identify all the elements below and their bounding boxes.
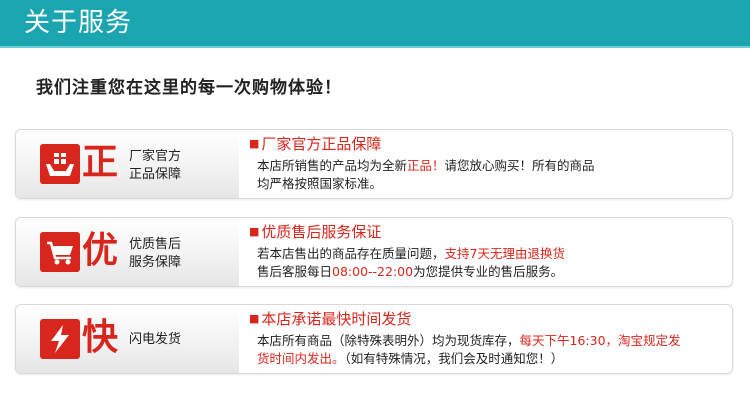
card-text-line1: 本店所有商品（除特殊表明外）均为现货库存，每天下午16:30，淘宝规定发 bbox=[257, 333, 681, 348]
gift-hands-icon bbox=[40, 144, 80, 184]
lightning-icon bbox=[40, 319, 80, 359]
service-card-shipping: 快 闪电发货 ■ 本店承诺最快时间发货 本店所有商品（除特殊表明外）均为现货库存，… bbox=[15, 304, 733, 374]
header-divider bbox=[0, 46, 750, 48]
badge-label-line1: 优质售后 bbox=[129, 237, 182, 252]
badge-label-line1: 厂家官方 bbox=[129, 149, 182, 164]
card-badge-area: 正 厂家官方 正品保障 bbox=[16, 130, 239, 198]
card-title: ■ 厂家官方正品保障 bbox=[249, 135, 382, 153]
badge-char: 快 bbox=[82, 317, 119, 358]
card-title: ■ 优质售后服务保证 bbox=[249, 223, 382, 241]
intro-text: 我们注重您在这里的每一次购物体验！ bbox=[36, 78, 342, 98]
card-description: ■ 厂家官方正品保障 本店所销售的产品均为全新正品！请您放心购买！所有的商品 均严… bbox=[249, 130, 729, 198]
card-badge-area: 快 闪电发货 bbox=[16, 305, 239, 373]
card-description: ■ 优质售后服务保证 若本店售出的商品存在质量问题，支持7天无理由退换货 售后客服… bbox=[249, 218, 729, 286]
badge-label-line1: 闪电发货 bbox=[129, 332, 182, 347]
bullet-icon: ■ bbox=[249, 312, 260, 325]
service-card-genuine: 正 厂家官方 正品保障 ■ 厂家官方正品保障 本店所销售的产品均为全新正品！请您放… bbox=[15, 129, 733, 199]
card-title: ■ 本店承诺最快时间发货 bbox=[249, 310, 412, 328]
bullet-icon: ■ bbox=[249, 225, 260, 238]
badge-label-line2: 正品保障 bbox=[129, 167, 182, 182]
card-text-line2: 货时间内发出。（如有特殊情况，我们会及时通知您！） bbox=[257, 351, 564, 366]
card-description: ■ 本店承诺最快时间发货 本店所有商品（除特殊表明外）均为现货库存，每天下午16:… bbox=[249, 305, 729, 373]
card-text-line2: 售后客服每日08:00--22:00为您提供专业的售后服务。 bbox=[257, 264, 564, 279]
service-card-aftersales: 优 优质售后 服务保障 ■ 优质售后服务保证 若本店售出的商品存在质量问题，支持7… bbox=[15, 217, 733, 287]
card-text-line1: 本店所销售的产品均为全新正品！请您放心购买！所有的商品 bbox=[257, 158, 595, 173]
badge-char: 正 bbox=[82, 142, 119, 183]
shopping-cart-icon bbox=[40, 232, 80, 272]
badge-char: 优 bbox=[82, 230, 119, 271]
card-text-line1: 若本店售出的商品存在质量问题，支持7天无理由退换货 bbox=[257, 246, 565, 261]
bullet-icon: ■ bbox=[249, 137, 260, 150]
card-text-line2: 均严格按照国家标准。 bbox=[257, 176, 383, 191]
card-badge-area: 优 优质售后 服务保障 bbox=[16, 218, 239, 286]
badge-label-line2: 服务保障 bbox=[129, 255, 182, 270]
page-header: 关于服务 bbox=[0, 0, 750, 46]
page-title: 关于服务 bbox=[24, 8, 133, 38]
